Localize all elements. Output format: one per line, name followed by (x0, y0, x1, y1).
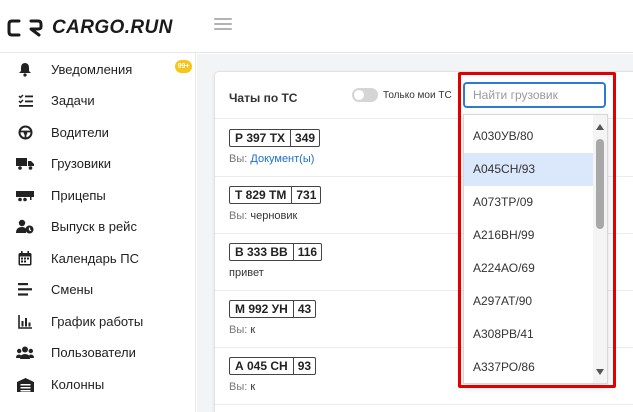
message-text: к (250, 381, 256, 393)
sidebar-item-columns[interactable]: Колонны (0, 369, 196, 400)
last-message: Вы: Документ(ы) (229, 153, 314, 165)
truck-dropdown-list[interactable]: А030УВ/80 А045СН/93 А073ТР/09 А216ВН/99 … (463, 114, 608, 384)
logo[interactable]: CARGO.RUN (7, 16, 173, 40)
truck-icon (16, 155, 34, 173)
license-plate: М 992 УН 43 (229, 300, 317, 318)
plate-number: Т 829 ТМ (230, 187, 293, 203)
dropdown-option[interactable]: А030УВ/80 (464, 120, 594, 153)
message-document-link[interactable]: Документ(ы) (250, 153, 314, 165)
tasks-list-icon (16, 92, 34, 110)
last-message: привет (229, 267, 264, 279)
dropdown-option[interactable]: А224АО/69 (464, 252, 594, 285)
plate-region: 116 (297, 245, 318, 259)
dropdown-option[interactable]: А216ВН/99 (464, 219, 594, 252)
sidebar-item-tasks[interactable]: Задачи (0, 85, 196, 116)
trailer-icon (16, 187, 34, 205)
hamburger-menu-icon[interactable] (214, 18, 232, 34)
message-text: черновик (250, 210, 298, 222)
sidebar-item-calendar[interactable]: Календарь ПС (0, 243, 196, 274)
dropdown-option[interactable]: А073ТР/09 (464, 186, 594, 219)
dropdown-option[interactable]: А297АТ/90 (464, 285, 594, 318)
sidebar-item-label: Пользователи (51, 345, 136, 360)
message-sender-prefix: Вы: (229, 381, 248, 393)
scroll-up-arrow-icon[interactable] (596, 124, 604, 130)
plate-number: А 045 СН (230, 358, 294, 374)
app-root: CARGO.RUN Уведомления 99+ Задачи Водител… (0, 0, 633, 412)
sidebar-item-users[interactable]: Пользователи (0, 337, 196, 368)
sidebar-item-label: График работы (51, 314, 144, 329)
dropdown-option-selected[interactable]: А045СН/93 (464, 153, 594, 186)
sidebar: Уведомления 99+ Задачи Водители Грузовик… (0, 53, 196, 412)
license-plate: В 333 ВВ 116 (229, 243, 323, 261)
message-text: к (250, 324, 256, 336)
plate-region: 43 (297, 302, 312, 316)
license-plate: А 045 СН 93 (229, 357, 317, 375)
sidebar-item-trailers[interactable]: Прицепы (0, 180, 196, 211)
last-message: Вы: к (229, 324, 255, 336)
notification-count-badge: 99+ (175, 60, 192, 73)
sidebar-item-label: Календарь ПС (51, 251, 139, 266)
message-sender-prefix: Вы: (229, 153, 248, 165)
plate-region: 349 (295, 131, 316, 145)
message-sender-prefix: Вы: (229, 324, 248, 336)
sidebar-item-drivers[interactable]: Водители (0, 117, 196, 148)
sidebar-item-label: Грузовики (51, 156, 112, 171)
shifts-lines-icon (16, 281, 34, 299)
find-truck-search-input[interactable] (463, 82, 606, 108)
message-text: привет (229, 267, 264, 279)
sidebar-item-label: Прицепы (51, 188, 106, 203)
person-clock-icon (16, 218, 34, 236)
sidebar-item-notifications[interactable]: Уведомления 99+ (0, 54, 196, 85)
sidebar-item-label: Смены (51, 282, 94, 297)
bell-icon (16, 61, 34, 79)
logo-text: CARGO.RUN (52, 17, 173, 38)
plate-number: В 333 ВВ (230, 244, 294, 260)
scroll-down-arrow-icon[interactable] (596, 369, 604, 375)
plate-number: М 992 УН (230, 301, 294, 317)
steering-wheel-icon (16, 124, 34, 142)
sidebar-item-label: Выпуск в рейс (51, 219, 137, 234)
dropdown-scrollbar[interactable] (593, 115, 607, 383)
only-my-vehicles-toggle[interactable] (352, 88, 378, 102)
bar-chart-icon (16, 313, 34, 331)
license-plate: Р 397 ТХ 349 (229, 129, 321, 147)
sidebar-item-label: Колонны (51, 377, 105, 392)
scrollbar-thumb[interactable] (596, 139, 604, 229)
sidebar-item-label: Задачи (51, 93, 95, 108)
license-plate: Т 829 ТМ 731 (229, 186, 322, 204)
users-icon (16, 344, 34, 362)
calendar-icon (16, 250, 34, 268)
message-sender-prefix: Вы: (229, 210, 248, 222)
chats-panel-title: Чаты по ТС (229, 91, 298, 105)
logo-mark-icon (7, 19, 43, 37)
last-message: Вы: черновик (229, 210, 297, 222)
plate-region: 731 (296, 188, 317, 202)
sidebar-item-label: Водители (51, 125, 109, 140)
sidebar-item-shifts[interactable]: Смены (0, 274, 196, 305)
only-my-vehicles-label: Только мои ТС (383, 90, 452, 101)
dropdown-option[interactable]: А308РВ/41 (464, 318, 594, 351)
last-message: Вы: к (229, 381, 255, 393)
plate-region: 93 (297, 359, 312, 373)
sidebar-item-label: Уведомления (51, 62, 133, 77)
warehouse-icon (16, 376, 34, 394)
sidebar-item-trucks[interactable]: Грузовики (0, 148, 196, 179)
top-header: CARGO.RUN (0, 0, 633, 53)
dropdown-option[interactable]: А337РО/86 (464, 351, 594, 383)
plate-number: Р 397 ТХ (230, 130, 292, 146)
sidebar-item-work-schedule[interactable]: График работы (0, 306, 196, 337)
sidebar-item-dispatch[interactable]: Выпуск в рейс (0, 211, 196, 242)
